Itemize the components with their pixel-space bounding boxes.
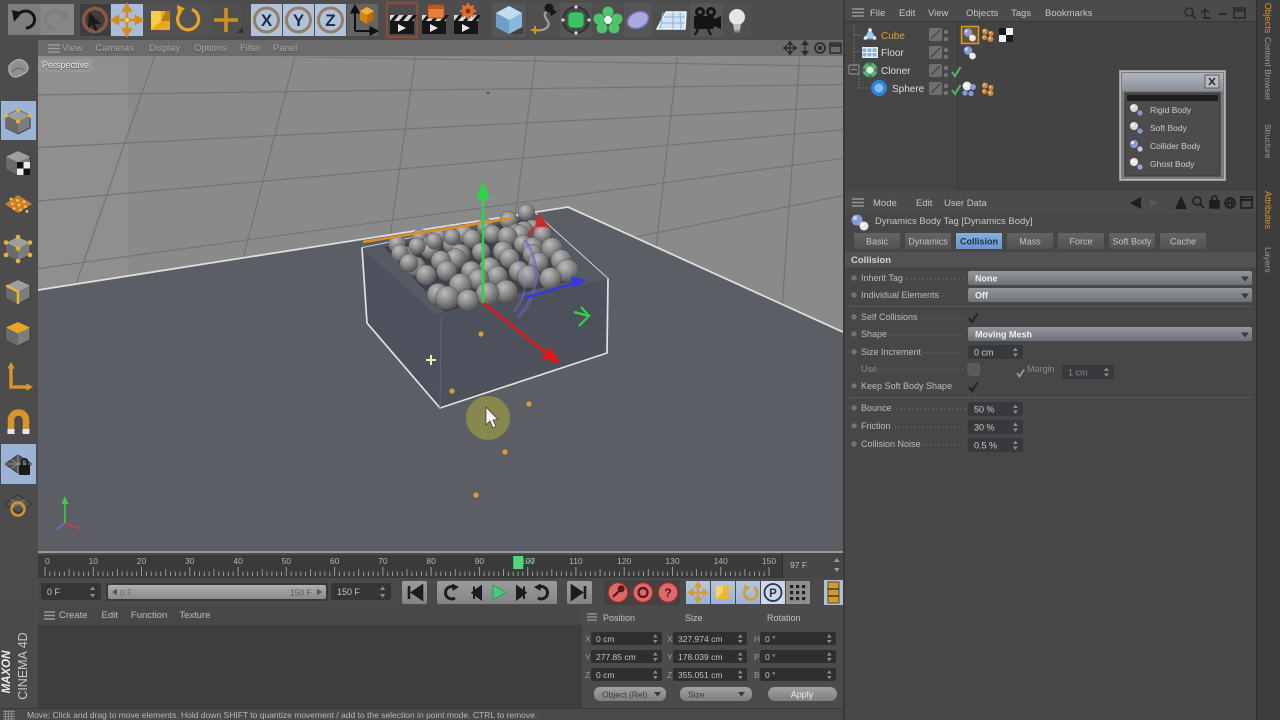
svg-text:Force: Force	[1069, 237, 1092, 247]
svg-text:Rigid Body: Rigid Body	[1150, 105, 1192, 115]
svg-text:Collider Body: Collider Body	[1150, 141, 1201, 151]
svg-text:P: P	[754, 652, 760, 662]
svg-text:Cache: Cache	[1170, 237, 1196, 247]
svg-text:0.5 %: 0.5 %	[974, 441, 997, 451]
svg-text:Self Collisions: Self Collisions	[861, 312, 918, 322]
svg-text:150: 150	[762, 556, 776, 566]
svg-text:Y: Y	[585, 652, 591, 662]
svg-text:Sphere: Sphere	[892, 84, 925, 95]
svg-text:P: P	[769, 588, 777, 600]
svg-text:User Data: User Data	[944, 198, 987, 209]
svg-text:0 °: 0 °	[765, 634, 776, 644]
svg-text:30: 30	[185, 556, 195, 566]
svg-text:Edit: Edit	[899, 8, 916, 19]
svg-text:X: X	[261, 11, 273, 30]
svg-text:Mode: Mode	[873, 198, 897, 209]
svg-text:Soft Body: Soft Body	[1112, 237, 1152, 247]
svg-text:130: 130	[665, 556, 679, 566]
svg-text:110: 110	[569, 556, 583, 566]
svg-text:140: 140	[714, 556, 728, 566]
svg-text:Y: Y	[667, 652, 673, 662]
svg-text:50: 50	[282, 556, 292, 566]
svg-text:Z: Z	[667, 670, 672, 680]
svg-text:Edit: Edit	[916, 198, 933, 209]
svg-text:Objects: Objects	[966, 8, 998, 19]
svg-text:H: H	[754, 634, 760, 644]
svg-text:Size: Size	[685, 613, 703, 623]
svg-text:97: 97	[526, 556, 536, 566]
svg-text:178.039 cm: 178.039 cm	[678, 652, 722, 662]
svg-text:0 cm: 0 cm	[596, 634, 614, 644]
svg-text:1 cm: 1 cm	[1068, 368, 1088, 378]
svg-text:Cube: Cube	[881, 31, 905, 42]
svg-text:0 °: 0 °	[765, 670, 776, 680]
svg-text:Z: Z	[585, 670, 590, 680]
svg-text:90: 90	[475, 556, 485, 566]
svg-text:Ghost Body: Ghost Body	[1150, 159, 1195, 169]
svg-text:Object (Rel): Object (Rel)	[602, 690, 648, 700]
svg-text:0: 0	[45, 556, 50, 566]
svg-text:150 F: 150 F	[290, 588, 312, 598]
svg-text:150 F: 150 F	[337, 587, 361, 597]
svg-text:Size: Size	[688, 690, 705, 700]
svg-text:Off: Off	[975, 291, 989, 301]
svg-text:20: 20	[137, 556, 147, 566]
svg-text:X: X	[667, 634, 673, 644]
svg-text:Collision Noise: Collision Noise	[861, 439, 921, 449]
svg-text:Floor: Floor	[881, 48, 904, 59]
svg-text:0 F: 0 F	[47, 587, 61, 597]
svg-text:70: 70	[378, 556, 388, 566]
svg-text:Collision: Collision	[960, 237, 998, 247]
svg-text:Bounce: Bounce	[861, 403, 892, 413]
svg-text:Collision: Collision	[851, 255, 891, 266]
svg-text:Mass: Mass	[1019, 237, 1041, 247]
svg-text:Bookmarks: Bookmarks	[1045, 8, 1093, 19]
svg-text:Size Increment: Size Increment	[861, 347, 922, 357]
svg-text:Cloner: Cloner	[881, 66, 911, 77]
svg-text:View: View	[928, 8, 949, 19]
svg-text:327.974 cm: 327.974 cm	[678, 634, 722, 644]
svg-text:0 °: 0 °	[765, 652, 776, 662]
svg-text:Margin: Margin	[1027, 364, 1055, 374]
svg-text:Z: Z	[325, 11, 335, 30]
svg-text:277.85 cm: 277.85 cm	[596, 652, 636, 662]
svg-text:Basic: Basic	[866, 237, 889, 247]
svg-text:File: File	[870, 8, 885, 19]
svg-text:60: 60	[330, 556, 340, 566]
svg-text:Dynamics Body Tag [Dynamics Bo: Dynamics Body Tag [Dynamics Body]	[875, 216, 1033, 227]
svg-text:Position: Position	[603, 613, 635, 623]
svg-text:Individual Elements: Individual Elements	[861, 290, 940, 300]
svg-text:0 cm: 0 cm	[974, 348, 994, 358]
svg-text:None: None	[975, 274, 998, 284]
svg-text:Apply: Apply	[791, 690, 814, 700]
svg-text:30 %: 30 %	[974, 423, 995, 433]
svg-text:80: 80	[426, 556, 436, 566]
svg-text:Y: Y	[293, 11, 305, 30]
svg-text:?: ?	[664, 586, 671, 600]
svg-text:355.051 cm: 355.051 cm	[678, 670, 722, 680]
svg-text:Moving Mesh: Moving Mesh	[975, 330, 1032, 340]
svg-text:Keep Soft Body Shape: Keep Soft Body Shape	[861, 381, 952, 391]
svg-text:Tags: Tags	[1011, 8, 1031, 19]
svg-text:0 F: 0 F	[120, 588, 132, 598]
svg-text:X: X	[585, 634, 591, 644]
svg-text:0 cm: 0 cm	[596, 670, 614, 680]
svg-text:97 F: 97 F	[790, 560, 807, 570]
svg-text:Shape: Shape	[861, 329, 887, 339]
svg-text:Rotation: Rotation	[767, 613, 801, 623]
svg-text:Dynamics: Dynamics	[908, 237, 948, 247]
svg-text:40: 40	[233, 556, 243, 566]
svg-text:B: B	[754, 670, 760, 680]
svg-text:Friction: Friction	[861, 421, 891, 431]
svg-text:Inherit Tag: Inherit Tag	[861, 273, 903, 283]
svg-text:Use: Use	[861, 364, 877, 374]
svg-text:Soft Body: Soft Body	[1150, 123, 1188, 133]
svg-text:120: 120	[617, 556, 631, 566]
svg-text:10: 10	[89, 556, 99, 566]
svg-text:50 %: 50 %	[974, 405, 995, 415]
